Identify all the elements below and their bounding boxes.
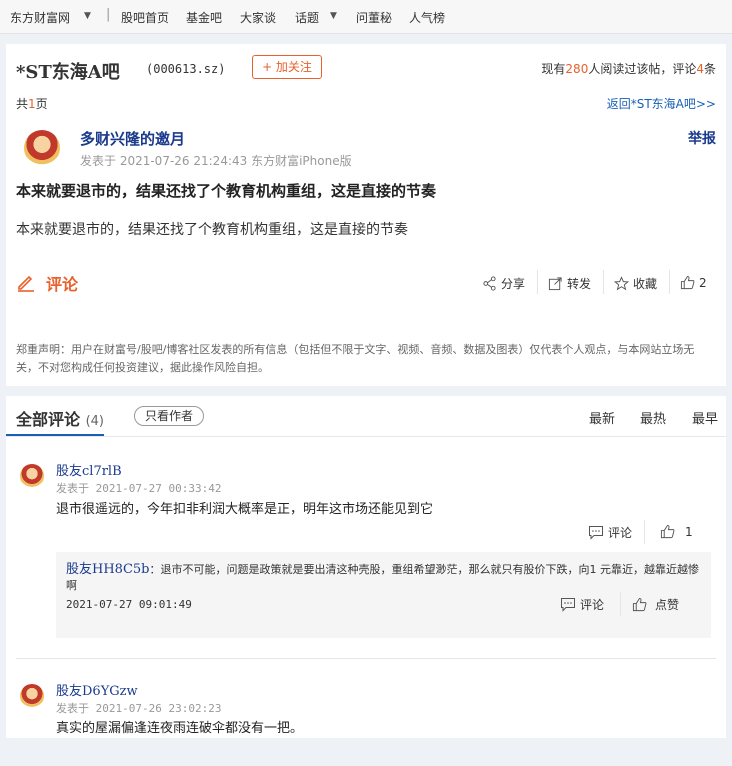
pages-number: 1	[28, 97, 36, 111]
comments-count: (4)	[85, 414, 105, 429]
comment-button[interactable]: 评论	[46, 271, 78, 295]
collect-button[interactable]: 收藏	[614, 275, 657, 292]
page-bottom	[0, 738, 732, 766]
avatar[interactable]	[20, 684, 44, 708]
stats-mid: 人阅读过该帖，评论	[588, 62, 697, 76]
like-count: 2	[699, 275, 707, 290]
comments-card: 全部评论 (4) 只看作者 最新 最热 最早 股友cl7rlB 发表于 2021…	[6, 396, 726, 766]
nav-guba-home[interactable]: 股吧首页	[121, 9, 169, 26]
reply-user[interactable]: 股友HH8C5b	[66, 562, 150, 577]
comment-time: 发表于 2021-07-26 23:02:23	[56, 702, 222, 715]
tab-border	[6, 436, 726, 437]
share-icon	[482, 276, 497, 291]
like-label: 点赞	[655, 598, 680, 612]
comment-user[interactable]: 股友cl7rlB	[56, 460, 122, 479]
divider	[537, 270, 538, 294]
nav-popularity[interactable]: 人气榜	[409, 9, 445, 26]
avatar[interactable]	[20, 464, 44, 488]
like-button[interactable]: 2	[680, 275, 707, 290]
back-to-bar-link[interactable]: 返回*ST东海A吧>>	[607, 95, 716, 112]
reply-text: ：退市不可能，问题是政策就是要出清这种壳股，重组希望渺茫，那么就只有股价下跌，向…	[66, 563, 699, 592]
stats-suffix: 条	[703, 62, 716, 76]
follow-button[interactable]: + 加关注	[252, 55, 322, 79]
comment-count: 4	[696, 62, 704, 76]
comment-divider	[16, 658, 716, 659]
comments-title: 全部评论	[16, 410, 81, 429]
stock-code: (000613.sz)	[146, 62, 226, 76]
nav-discussion[interactable]: 大家谈	[240, 9, 276, 26]
top-nav: 东方财富网 ▼ | 股吧首页 基金吧 大家谈 话题 ▼ 问董秘 人气榜	[0, 0, 732, 34]
divider	[620, 592, 621, 616]
chat-icon	[560, 597, 576, 612]
share-label: 分享	[501, 277, 526, 291]
post-meta: 发表于 2021-07-26 21:24:43 东方财富iPhone版	[80, 154, 352, 168]
thumbs-up-icon	[632, 597, 647, 612]
sort-hottest[interactable]: 最热	[640, 408, 666, 427]
share-button[interactable]: 分享	[482, 275, 525, 292]
comment-reply-button[interactable]: 评论	[588, 524, 632, 541]
sort-earliest[interactable]: 最早	[692, 408, 718, 427]
comment-text: 退市很遥远的，今年扣非利润大概率是正，明年这市场还能见到它	[56, 502, 434, 517]
post-card: *ST东海A吧 (000613.sz) + 加关注 现有280人阅读过该帖，评论…	[6, 44, 726, 386]
comment-like-button[interactable]: 1	[660, 524, 693, 539]
star-icon	[614, 276, 629, 291]
forward-icon	[548, 276, 563, 291]
pencil-icon[interactable]	[16, 272, 36, 292]
nav-ask-secretary[interactable]: 问董秘	[356, 9, 392, 26]
like-count: 1	[685, 524, 693, 539]
read-stats: 现有280人阅读过该帖，评论4条	[541, 60, 716, 77]
thumbs-up-icon	[680, 275, 695, 290]
reply-time: 2021-07-27 09:01:49	[66, 598, 192, 611]
post-title: 本来就要退市的，结果还找了个教育机构重组，这是直接的节奏	[16, 182, 437, 200]
reply-comment-button[interactable]: 评论	[560, 596, 604, 613]
reply-like-button[interactable]: 点赞	[632, 596, 679, 613]
forward-label: 转发	[567, 277, 592, 291]
page-count: 共1页	[16, 95, 48, 112]
collect-label: 收藏	[633, 277, 658, 291]
comment-text: 真实的屋漏偏逢连夜雨连破伞都没有一把。	[56, 721, 304, 736]
reader-count: 280	[565, 62, 589, 76]
reply-box: 股友HH8C5b：退市不可能，问题是政策就是要出清这种壳股，重组希望渺茫，那么就…	[56, 552, 711, 638]
divider	[644, 520, 645, 544]
report-button[interactable]: 举报	[688, 128, 716, 148]
forward-button[interactable]: 转发	[548, 275, 591, 292]
nav-fund-bar[interactable]: 基金吧	[186, 9, 222, 26]
thumbs-up-icon	[660, 524, 675, 539]
chevron-down-icon[interactable]: ▼	[330, 11, 337, 21]
bar-name[interactable]: *ST东海A吧	[16, 58, 120, 84]
comment-label: 评论	[608, 526, 633, 540]
nav-eastmoney[interactable]: 东方财富网	[10, 9, 70, 26]
pages-suffix: 页	[35, 97, 48, 111]
pages-prefix: 共	[16, 97, 29, 111]
stats-prefix: 现有	[541, 62, 566, 76]
chevron-down-icon[interactable]: ▼	[84, 11, 91, 21]
sort-latest[interactable]: 最新	[589, 408, 615, 427]
divider	[603, 270, 604, 294]
only-author-button[interactable]: 只看作者	[134, 406, 204, 426]
nav-separator: |	[106, 7, 111, 22]
chat-icon	[588, 525, 604, 540]
comment-time: 发表于 2021-07-27 00:33:42	[56, 482, 222, 495]
nav-topics[interactable]: 话题	[295, 9, 319, 26]
post-body: 本来就要退市的，结果还找了个教育机构重组，这是直接的节奏	[16, 222, 408, 238]
tab-all-comments[interactable]: 全部评论 (4)	[16, 406, 104, 430]
avatar[interactable]	[24, 130, 60, 166]
post-author[interactable]: 多财兴隆的邀月	[80, 128, 185, 149]
comment-user[interactable]: 股友D6YGzw	[56, 680, 138, 699]
divider	[669, 270, 670, 294]
comment-label: 评论	[580, 598, 605, 612]
reply-content: 股友HH8C5b：退市不可能，问题是政策就是要出清这种壳股，重组希望渺茫，那么就…	[66, 562, 702, 594]
disclaimer: 郑重声明：用户在财富号/股吧/博客社区发表的所有信息（包括但不限于文字、视频、音…	[16, 343, 695, 374]
